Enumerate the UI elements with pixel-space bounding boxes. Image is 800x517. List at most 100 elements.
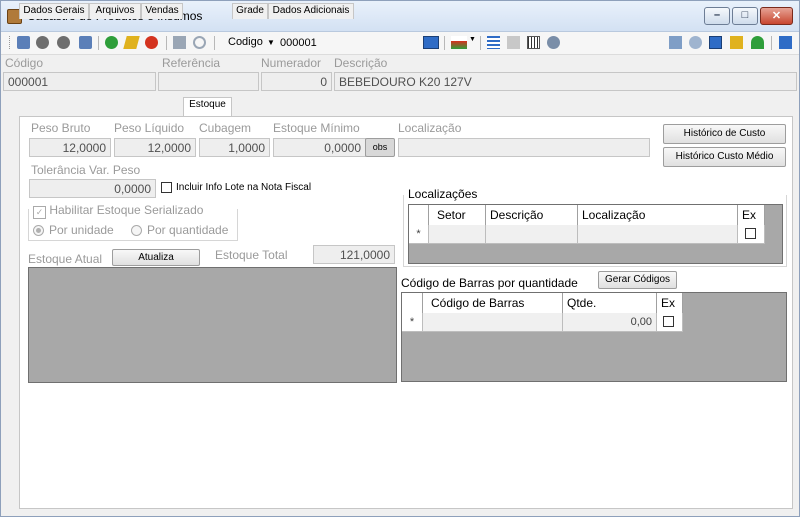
col-setor[interactable]: Setor (429, 205, 486, 225)
minimize-button[interactable]: – (704, 7, 730, 25)
estoque-total-field[interactable]: 121,0000 (313, 245, 395, 264)
habilitar-serializado-checkbox[interactable]: ✓ (33, 206, 46, 219)
close-icon: ✕ (771, 10, 782, 22)
habilitar-serializado-label: Habilitar Estoque Serializado (49, 203, 204, 217)
toolbar-separator (771, 36, 772, 50)
peso-bruto-label: Peso Bruto (31, 121, 91, 135)
chevron-down-icon[interactable]: ▼ (469, 36, 476, 49)
referencia-field[interactable] (158, 72, 259, 91)
peso-liquido-label: Peso Líquido (114, 121, 185, 135)
localizacao-cell[interactable] (578, 225, 738, 244)
document-icon[interactable] (507, 36, 520, 49)
codigo-field[interactable]: 000001 (3, 72, 156, 91)
chart-icon[interactable] (451, 36, 467, 49)
maximize-button[interactable]: □ (732, 7, 758, 25)
previous-record-icon[interactable] (36, 36, 49, 49)
col-descricao[interactable]: Descrição (486, 205, 578, 225)
ex-cell[interactable] (657, 313, 683, 332)
ex-checkbox[interactable] (745, 228, 756, 239)
tools-icon[interactable] (547, 36, 560, 49)
col-codigo-barras[interactable]: Código de Barras (423, 293, 563, 313)
grid-icon[interactable] (669, 36, 682, 49)
historico-custo-button[interactable]: Histórico de Custo (663, 124, 786, 144)
obs-button[interactable]: obs (365, 138, 395, 157)
minimize-icon: – (713, 9, 721, 21)
cubagem-label: Cubagem (199, 121, 252, 135)
tab-grade[interactable]: Grade (232, 3, 268, 19)
note-icon[interactable] (730, 36, 743, 49)
codigo-barras-header: Código de Barras Qtde. Ex (402, 293, 683, 314)
tab-dados-gerais[interactable]: Dados Gerais (19, 3, 89, 19)
edit-icon[interactable] (123, 36, 140, 49)
numerador-label: Numerador (261, 56, 322, 70)
table-row[interactable]: * (409, 225, 765, 244)
row-selector-header (402, 293, 423, 313)
referencia-label: Referência (162, 56, 221, 70)
first-record-icon[interactable] (17, 36, 30, 49)
tab-vendas[interactable]: Vendas (141, 3, 183, 19)
user-icon[interactable] (751, 36, 764, 49)
undo-icon[interactable] (193, 36, 206, 49)
incluir-lote-checkbox[interactable] (161, 182, 172, 193)
toolbar-separator (444, 36, 445, 50)
key-icon[interactable] (689, 36, 702, 49)
col-qtde[interactable]: Qtde. (563, 293, 657, 313)
search-field-label: Codigo (228, 36, 263, 48)
search-input[interactable] (277, 34, 423, 52)
tolerancia-field[interactable]: 0,0000 (29, 179, 156, 198)
qtde-cell[interactable]: 0,00 (563, 313, 657, 332)
chevron-down-icon[interactable]: ▼ (267, 38, 275, 47)
setor-cell[interactable] (429, 225, 486, 244)
codigo-barras-cell[interactable] (423, 313, 563, 332)
add-icon[interactable] (105, 36, 118, 49)
col-ex[interactable]: Ex (657, 293, 683, 313)
estoque-atual-grid[interactable] (28, 267, 397, 383)
toolbar: Codigo ▼ ▼ (1, 32, 799, 55)
por-quantidade-radio[interactable] (131, 225, 142, 236)
por-unidade-radio[interactable] (33, 225, 44, 236)
ex-cell[interactable] (738, 225, 765, 244)
last-record-icon[interactable] (79, 36, 92, 49)
localizacao-label: Localização (398, 121, 462, 135)
codigo-barras-grid[interactable]: Código de Barras Qtde. Ex * 0,00 (401, 292, 787, 382)
list-icon[interactable] (487, 36, 500, 49)
refresh-icon[interactable] (709, 36, 722, 49)
tab-estoque[interactable]: Estoque (183, 97, 232, 116)
serializado-group-header: ✓ Habilitar Estoque Serializado (30, 203, 207, 219)
localizacoes-grid[interactable]: Setor Descrição Localização Ex * (408, 204, 783, 264)
peso-liquido-field[interactable]: 12,0000 (114, 138, 196, 157)
atualiza-button[interactable]: Atualiza (112, 249, 200, 266)
save-icon[interactable] (173, 36, 186, 49)
descricao-cell[interactable] (486, 225, 578, 244)
estoque-minimo-field[interactable]: 0,0000 (273, 138, 366, 157)
toolbar-separator (166, 36, 167, 50)
historico-custo-medio-button[interactable]: Histórico Custo Médio (663, 147, 786, 167)
incluir-lote-label: Incluir Info Lote na Nota Fiscal (176, 182, 312, 193)
localizacao-field[interactable] (398, 138, 650, 157)
descricao-field[interactable]: BEBEDOURO K20 127V (334, 72, 797, 91)
main-window: Cadastro de Produtos e Insumos – □ ✕ Cod… (0, 0, 800, 517)
toolbar-separator (98, 36, 99, 50)
new-row-marker: * (402, 313, 423, 332)
gerar-codigos-button[interactable]: Gerar Códigos (598, 271, 677, 289)
ex-checkbox[interactable] (663, 316, 674, 327)
peso-bruto-field[interactable]: 12,0000 (29, 138, 111, 157)
new-row-marker: * (409, 225, 429, 244)
toolbar-grip (9, 36, 13, 49)
exit-icon[interactable] (779, 36, 792, 49)
table-row[interactable]: * 0,00 (402, 313, 683, 332)
tab-dados-adicionais[interactable]: Dados Adicionais (268, 3, 354, 19)
col-localizacao[interactable]: Localização (578, 205, 738, 225)
tab-arquivos[interactable]: Arquivos (89, 3, 141, 19)
maximize-icon: □ (741, 9, 749, 21)
barcode-icon[interactable] (527, 36, 540, 49)
numerador-field[interactable]: 0 (261, 72, 332, 91)
close-button[interactable]: ✕ (760, 7, 793, 25)
cubagem-field[interactable]: 1,0000 (199, 138, 270, 157)
next-record-icon[interactable] (57, 36, 70, 49)
delete-icon[interactable] (145, 36, 158, 49)
col-ex[interactable]: Ex (738, 205, 765, 225)
por-quantidade-label: Por quantidade (147, 223, 229, 237)
search-icon[interactable] (423, 36, 439, 49)
estoque-minimo-label: Estoque Mínimo (273, 121, 360, 135)
